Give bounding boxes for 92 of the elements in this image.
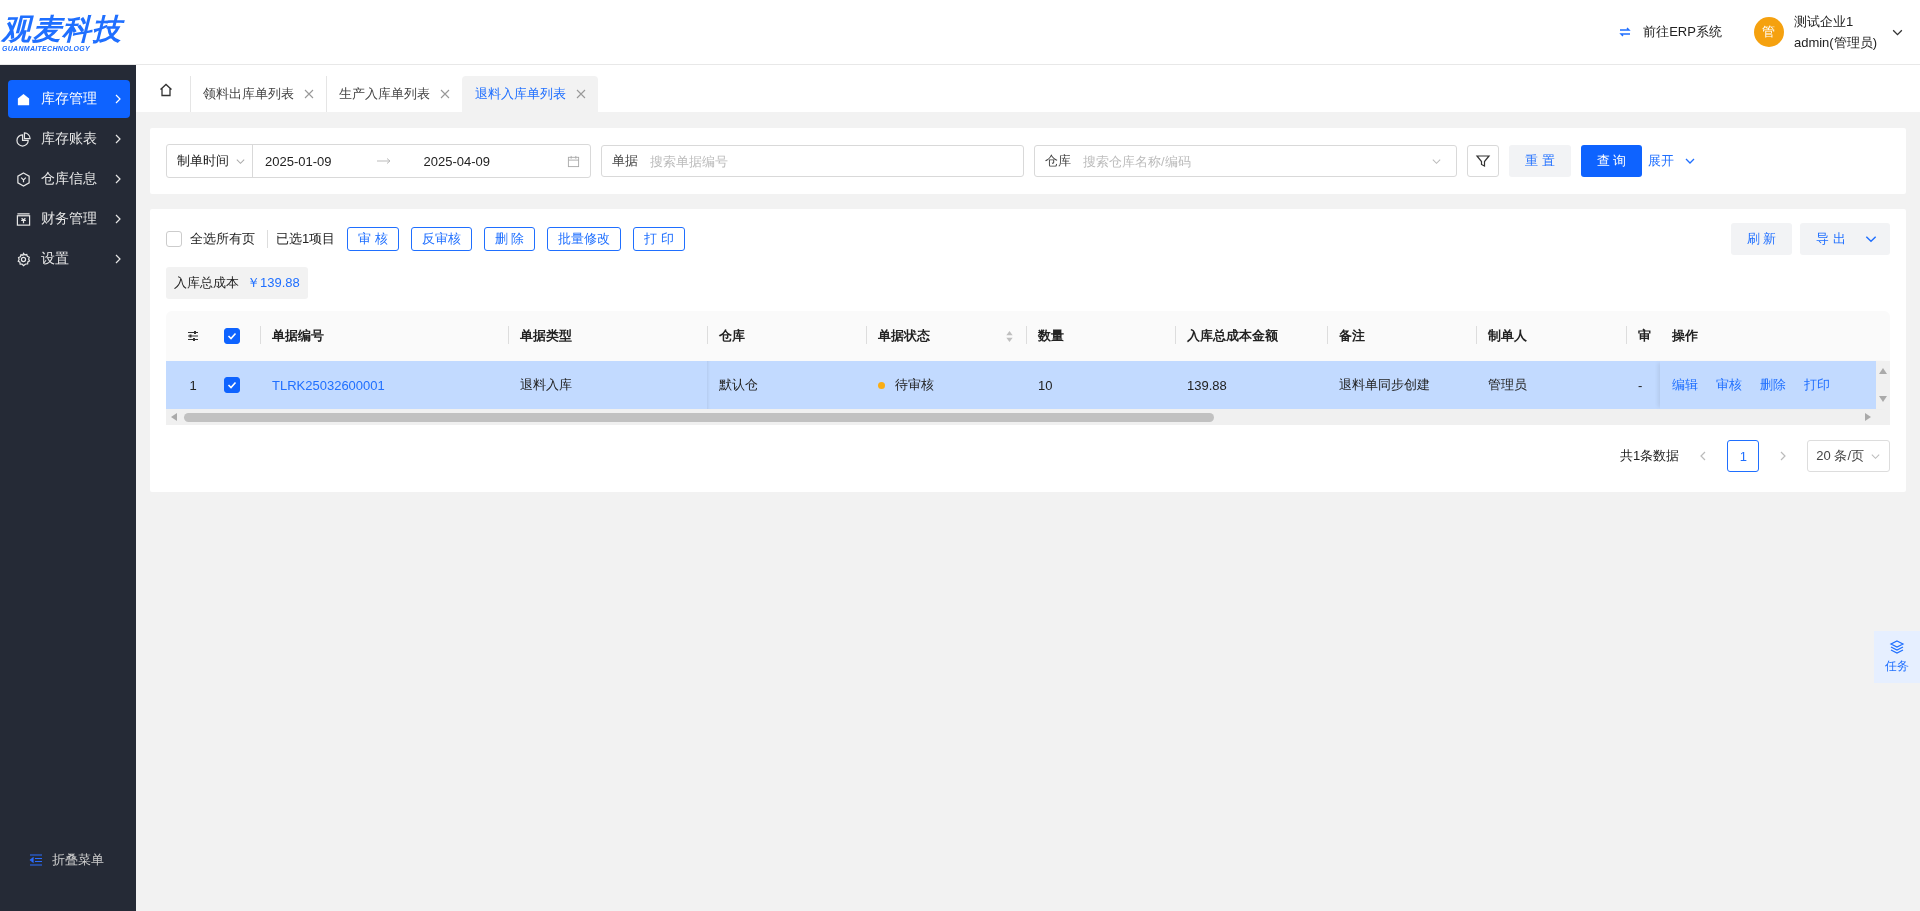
summary-chip: 入库总成本 ￥139.88 [166,267,308,299]
table-cell: 10 [1038,377,1053,393]
hexagon-icon [16,171,31,187]
chevron-right-icon [114,133,122,145]
column-settings-icon[interactable] [186,329,200,343]
company-name: 测试企业1 [1793,12,1855,31]
row-number: 1 [188,376,198,395]
column-header: 审 [1638,327,1651,345]
chevron-right-icon [114,173,122,185]
column-header: 单据编号 [272,327,324,345]
page-tab[interactable]: 领料出库单列表 [190,76,326,112]
arrow-right-icon [375,157,392,165]
sidebar-item[interactable]: 库存管理 [8,80,130,118]
bulk-action-button[interactable]: 审 核 [347,227,399,251]
chevron-right-icon [114,213,122,225]
column-header: 制单人 [1488,327,1527,345]
status-text: 待审核 [895,376,934,394]
sidebar-item[interactable]: 仓库信息 [8,160,130,198]
table-cell: 139.88 [1187,377,1227,393]
collapse-menu-button[interactable]: 折叠菜单 [0,851,136,911]
bulk-action-button[interactable]: 批量修改 [547,227,622,251]
row-action-link[interactable]: 编辑 [1672,376,1698,394]
close-icon[interactable] [576,89,586,99]
bulk-action-button[interactable]: 反审核 [410,227,472,251]
column-header: 操作 [1672,327,1698,345]
sidebar-item[interactable]: 库存账表 [8,120,130,158]
close-icon[interactable] [304,89,314,99]
column-header: 入库总成本金额 [1187,327,1278,345]
total-count: 共1条数据 [1620,447,1680,465]
column-header: 单据状态 [878,327,930,345]
layers-icon [1889,639,1905,655]
date-range-field[interactable]: 制单时间 2025-01-09 2025-04-09 [166,144,591,178]
bulk-action-button[interactable]: 删 除 [483,227,536,251]
filter-button[interactable] [1467,145,1499,177]
select-all-checkbox[interactable]: 全选所有页 [166,230,255,248]
settings-icon [16,251,31,267]
chevron-right-icon[interactable] [1779,450,1788,462]
collapse-icon [28,852,44,868]
sidebar-item[interactable]: 设置 [8,240,130,278]
row-action-link[interactable]: 打印 [1804,376,1830,394]
warehouse-search-input[interactable]: 搜索仓库名称/编码 [1081,152,1421,170]
check-icon [226,330,238,342]
cash-icon [16,211,31,227]
document-search-input[interactable]: 搜索单据编号 [648,152,1013,170]
refresh-button[interactable]: 刷 新 [1730,223,1793,255]
scroll-down-icon[interactable] [1878,395,1888,403]
bulk-action-button[interactable]: 打 印 [633,227,686,251]
scrollbar-thumb[interactable] [184,412,1214,422]
house-icon [16,91,31,107]
query-button[interactable]: 查 询 [1580,145,1643,177]
close-icon[interactable] [440,89,450,99]
home-icon[interactable] [158,82,174,98]
document-link[interactable]: TLRK25032600001 [272,377,385,393]
chevron-right-icon [114,93,122,105]
selected-count: 已选1项目 [267,230,336,248]
column-header: 单据类型 [520,327,572,345]
column-header: 仓库 [719,327,745,345]
task-button[interactable]: 任务 [1874,631,1920,683]
checkbox[interactable] [224,328,240,344]
table-cell: 默认仓 [719,376,758,394]
reset-button[interactable]: 重 置 [1509,145,1571,177]
check-icon [226,379,238,391]
row-action-link[interactable]: 审核 [1716,376,1742,394]
expand-link[interactable]: 展开 [1648,152,1697,170]
erp-link[interactable]: 前往ERP系统 [1617,23,1722,41]
chevron-right-icon [114,253,122,265]
warehouse-select[interactable]: 仓库 搜索仓库名称/编码 [1034,145,1457,177]
filter-icon [1475,153,1491,169]
pie-chart-icon [16,131,31,147]
row-action-link[interactable]: 删除 [1760,376,1786,394]
page-tab[interactable]: 退料入库单列表 [462,76,598,112]
page-button[interactable]: 1 [1727,440,1760,472]
chevron-left-icon[interactable] [1699,450,1708,462]
page-size-select[interactable]: 20 条/页 [1807,440,1890,472]
scroll-up-icon[interactable] [1878,367,1888,375]
scroll-right-icon[interactable] [1864,412,1872,422]
vertical-scrollbar[interactable] [1876,361,1890,409]
user-role: admin(管理员) [1793,33,1877,52]
checkbox[interactable] [224,377,240,393]
sidebar-item[interactable]: 财务管理 [8,200,130,238]
table-cell: - [1638,377,1643,393]
table-cell: 管理员 [1488,376,1527,394]
table-cell: 退料入库 [520,376,572,394]
scroll-left-icon[interactable] [170,412,178,422]
column-header: 数量 [1038,327,1064,345]
horizontal-scrollbar[interactable] [166,409,1890,425]
sort-icon[interactable] [1005,329,1014,343]
document-search-field[interactable]: 单据 搜索单据编号 [601,145,1024,177]
table-cell: 退料单同步创建 [1339,376,1430,394]
column-header: 备注 [1339,327,1365,345]
export-button[interactable]: 导 出 [1800,223,1890,255]
calendar-icon [567,154,580,168]
